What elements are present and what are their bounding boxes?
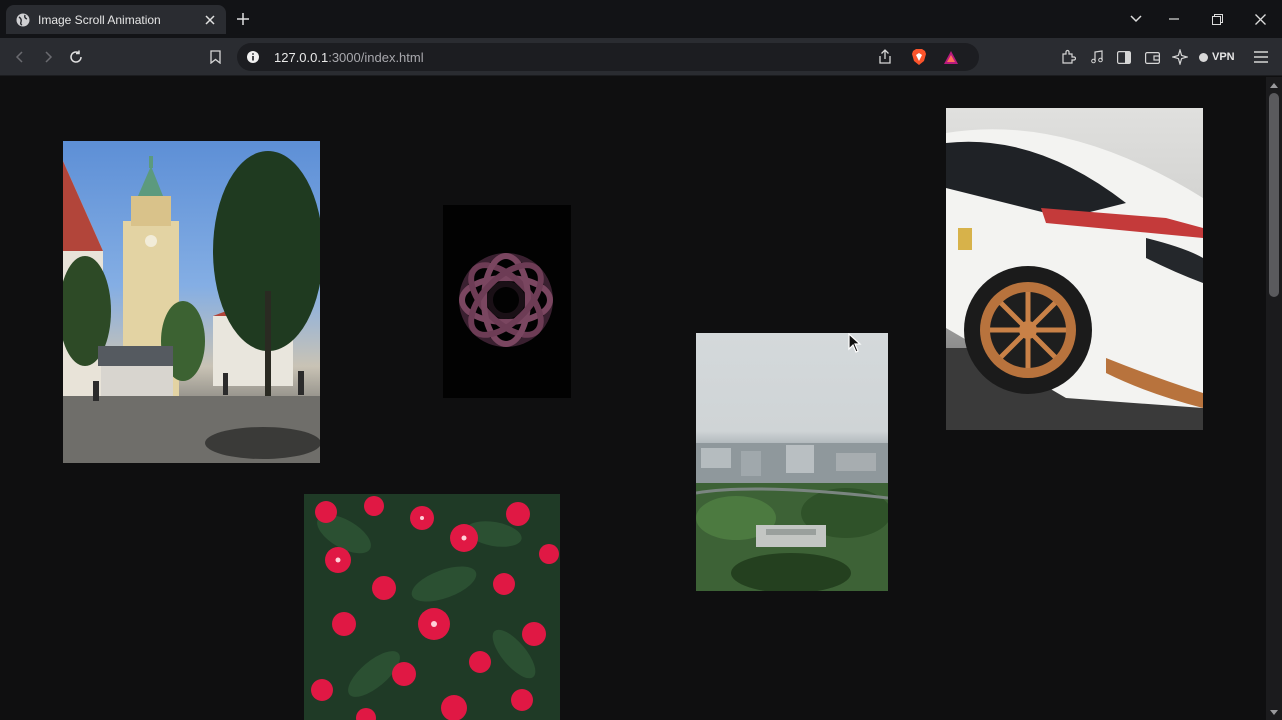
new-tab-icon[interactable] bbox=[234, 10, 252, 28]
menu-icon[interactable] bbox=[1251, 47, 1271, 67]
share-icon[interactable] bbox=[875, 47, 895, 67]
page-scrollbar[interactable] bbox=[1266, 77, 1282, 720]
sidebar-icon[interactable] bbox=[1114, 47, 1134, 67]
vpn-label: VPN bbox=[1212, 51, 1235, 63]
vpn-status-icon bbox=[1199, 52, 1208, 62]
photo-city-aerial bbox=[696, 333, 888, 591]
page-content bbox=[0, 77, 1266, 720]
site-info-icon[interactable] bbox=[245, 49, 261, 65]
close-tab-icon[interactable] bbox=[202, 12, 218, 28]
scroll-down-arrow-icon[interactable] bbox=[1266, 704, 1282, 720]
extensions-icon[interactable] bbox=[1058, 47, 1078, 67]
brave-shields-icon[interactable] bbox=[909, 47, 929, 67]
browser-toolbar: 127.0.0.1:3000/index.html VPN bbox=[0, 38, 1282, 76]
url-path: :3000/index.html bbox=[328, 50, 424, 65]
close-window-icon[interactable] bbox=[1250, 9, 1270, 29]
url-host: 127.0.0.1 bbox=[274, 50, 329, 65]
vpn-button[interactable]: VPN bbox=[1199, 48, 1235, 66]
address-bar[interactable]: 127.0.0.1:3000/index.html bbox=[237, 43, 979, 71]
wallet-icon[interactable] bbox=[1142, 47, 1162, 67]
globe-icon bbox=[16, 13, 30, 27]
scrollbar-thumb[interactable] bbox=[1269, 93, 1279, 297]
active-tab[interactable]: Image Scroll Animation bbox=[6, 5, 226, 34]
photo-dark-rose bbox=[443, 205, 571, 398]
media-music-icon[interactable] bbox=[1087, 47, 1107, 67]
brave-rewards-icon[interactable] bbox=[941, 47, 961, 67]
leo-ai-icon[interactable] bbox=[1170, 47, 1190, 67]
photo-red-flowers bbox=[304, 494, 560, 720]
scroll-up-arrow-icon[interactable] bbox=[1266, 77, 1282, 93]
forward-icon[interactable] bbox=[38, 47, 58, 67]
bookmark-icon[interactable] bbox=[205, 47, 225, 67]
photo-white-race-car bbox=[946, 108, 1203, 430]
title-bar: Image Scroll Animation bbox=[0, 0, 1282, 38]
tab-title: Image Scroll Animation bbox=[38, 12, 161, 27]
reload-icon[interactable] bbox=[66, 47, 86, 67]
mouse-cursor-icon bbox=[848, 333, 862, 353]
back-icon[interactable] bbox=[10, 47, 30, 67]
chevron-down-icon[interactable] bbox=[1126, 9, 1146, 29]
restore-icon[interactable] bbox=[1207, 9, 1227, 29]
photo-cathedral-street bbox=[63, 141, 320, 463]
url-text[interactable]: 127.0.0.1:3000/index.html bbox=[274, 50, 424, 65]
minimize-icon[interactable] bbox=[1164, 9, 1184, 29]
